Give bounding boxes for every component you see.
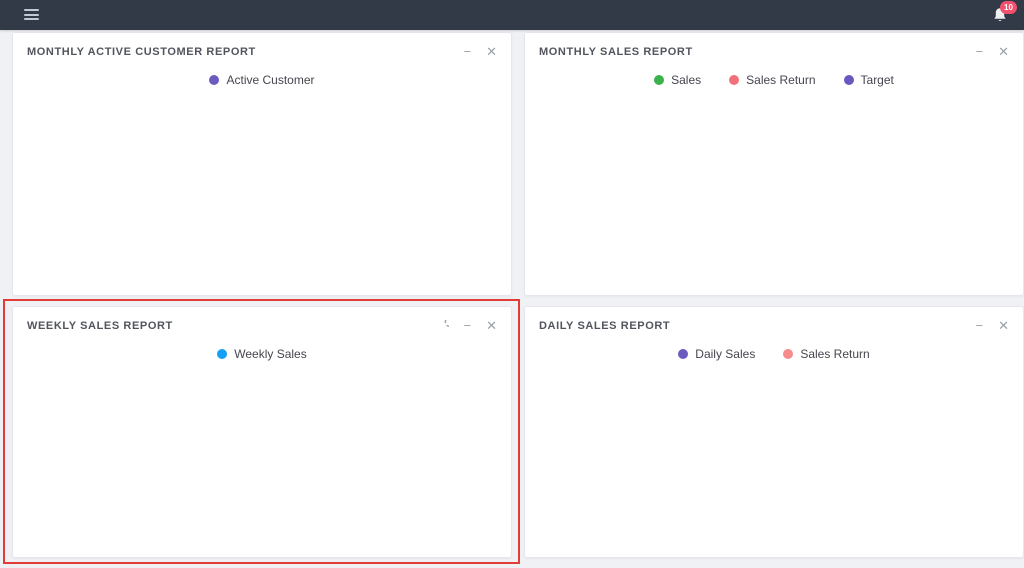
legend-item[interactable]: Active Customer	[209, 73, 314, 87]
panel-title: WEEKLY SALES REPORT	[27, 320, 173, 332]
panel-header: DAILY SALES REPORT − ✕	[525, 307, 1023, 332]
panel-title: MONTHLY ACTIVE CUSTOMER REPORT	[27, 46, 256, 58]
close-icon[interactable]: ✕	[998, 45, 1009, 58]
panel-title: DAILY SALES REPORT	[539, 320, 670, 332]
legend-dot	[654, 75, 664, 85]
legend-dot	[783, 349, 793, 359]
panel-title: MONTHLY SALES REPORT	[539, 46, 693, 58]
legend-label: Sales Return	[800, 347, 869, 361]
close-icon[interactable]: ✕	[998, 319, 1009, 332]
close-icon[interactable]: ✕	[486, 319, 497, 332]
monthly-active-customer-chart[interactable]	[15, 91, 509, 283]
legend-label: Sales	[671, 73, 701, 87]
close-icon[interactable]: ✕	[486, 45, 497, 58]
monthly-sales-chart[interactable]	[527, 91, 1021, 283]
legend-item[interactable]: Weekly Sales	[217, 347, 306, 361]
legend-dot	[217, 349, 227, 359]
daily-sales-chart[interactable]	[527, 365, 1021, 547]
menu-icon[interactable]	[24, 9, 39, 23]
legend-dot	[209, 75, 219, 85]
legend-item[interactable]: Sales	[654, 73, 701, 87]
legend-label: Daily Sales	[695, 347, 755, 361]
minimize-icon[interactable]: −	[464, 45, 472, 58]
legend-label: Sales Return	[746, 73, 815, 87]
chart-legend: Weekly Sales	[13, 347, 511, 361]
panel-monthly-active-customer-report: MONTHLY ACTIVE CUSTOMER REPORT − ✕ Activ…	[12, 32, 512, 296]
legend-item[interactable]: Sales Return	[783, 347, 869, 361]
notifications-button[interactable]: 10	[992, 6, 1010, 26]
weekly-sales-chart[interactable]	[15, 365, 509, 547]
legend-item[interactable]: Daily Sales	[678, 347, 755, 361]
panel-monthly-sales-report: MONTHLY SALES REPORT − ✕ Sales Sales Retu…	[524, 32, 1024, 296]
chart-legend: Sales Sales Return Target	[525, 73, 1023, 87]
legend-label: Weekly Sales	[234, 347, 306, 361]
legend-label: Target	[861, 73, 894, 87]
panel-header: WEEKLY SALES REPORT − ✕	[13, 307, 511, 332]
legend-dot	[678, 349, 688, 359]
refresh-icon[interactable]	[437, 320, 449, 332]
chart-legend: Active Customer	[13, 73, 511, 87]
panel-weekly-sales-report: WEEKLY SALES REPORT − ✕ Weekly Sales	[12, 306, 512, 558]
panel-daily-sales-report: DAILY SALES REPORT − ✕ Daily Sales Sales …	[524, 306, 1024, 558]
notification-badge: 10	[1000, 1, 1017, 14]
legend-label: Active Customer	[226, 73, 314, 87]
legend-dot	[729, 75, 739, 85]
legend-item[interactable]: Target	[844, 73, 894, 87]
minimize-icon[interactable]: −	[976, 45, 984, 58]
panel-header: MONTHLY ACTIVE CUSTOMER REPORT − ✕	[13, 33, 511, 58]
panel-header: MONTHLY SALES REPORT − ✕	[525, 33, 1023, 58]
chart-legend: Daily Sales Sales Return	[525, 347, 1023, 361]
legend-dot	[844, 75, 854, 85]
legend-item[interactable]: Sales Return	[729, 73, 815, 87]
minimize-icon[interactable]: −	[464, 319, 472, 332]
topbar: 10	[0, 0, 1024, 30]
minimize-icon[interactable]: −	[976, 319, 984, 332]
